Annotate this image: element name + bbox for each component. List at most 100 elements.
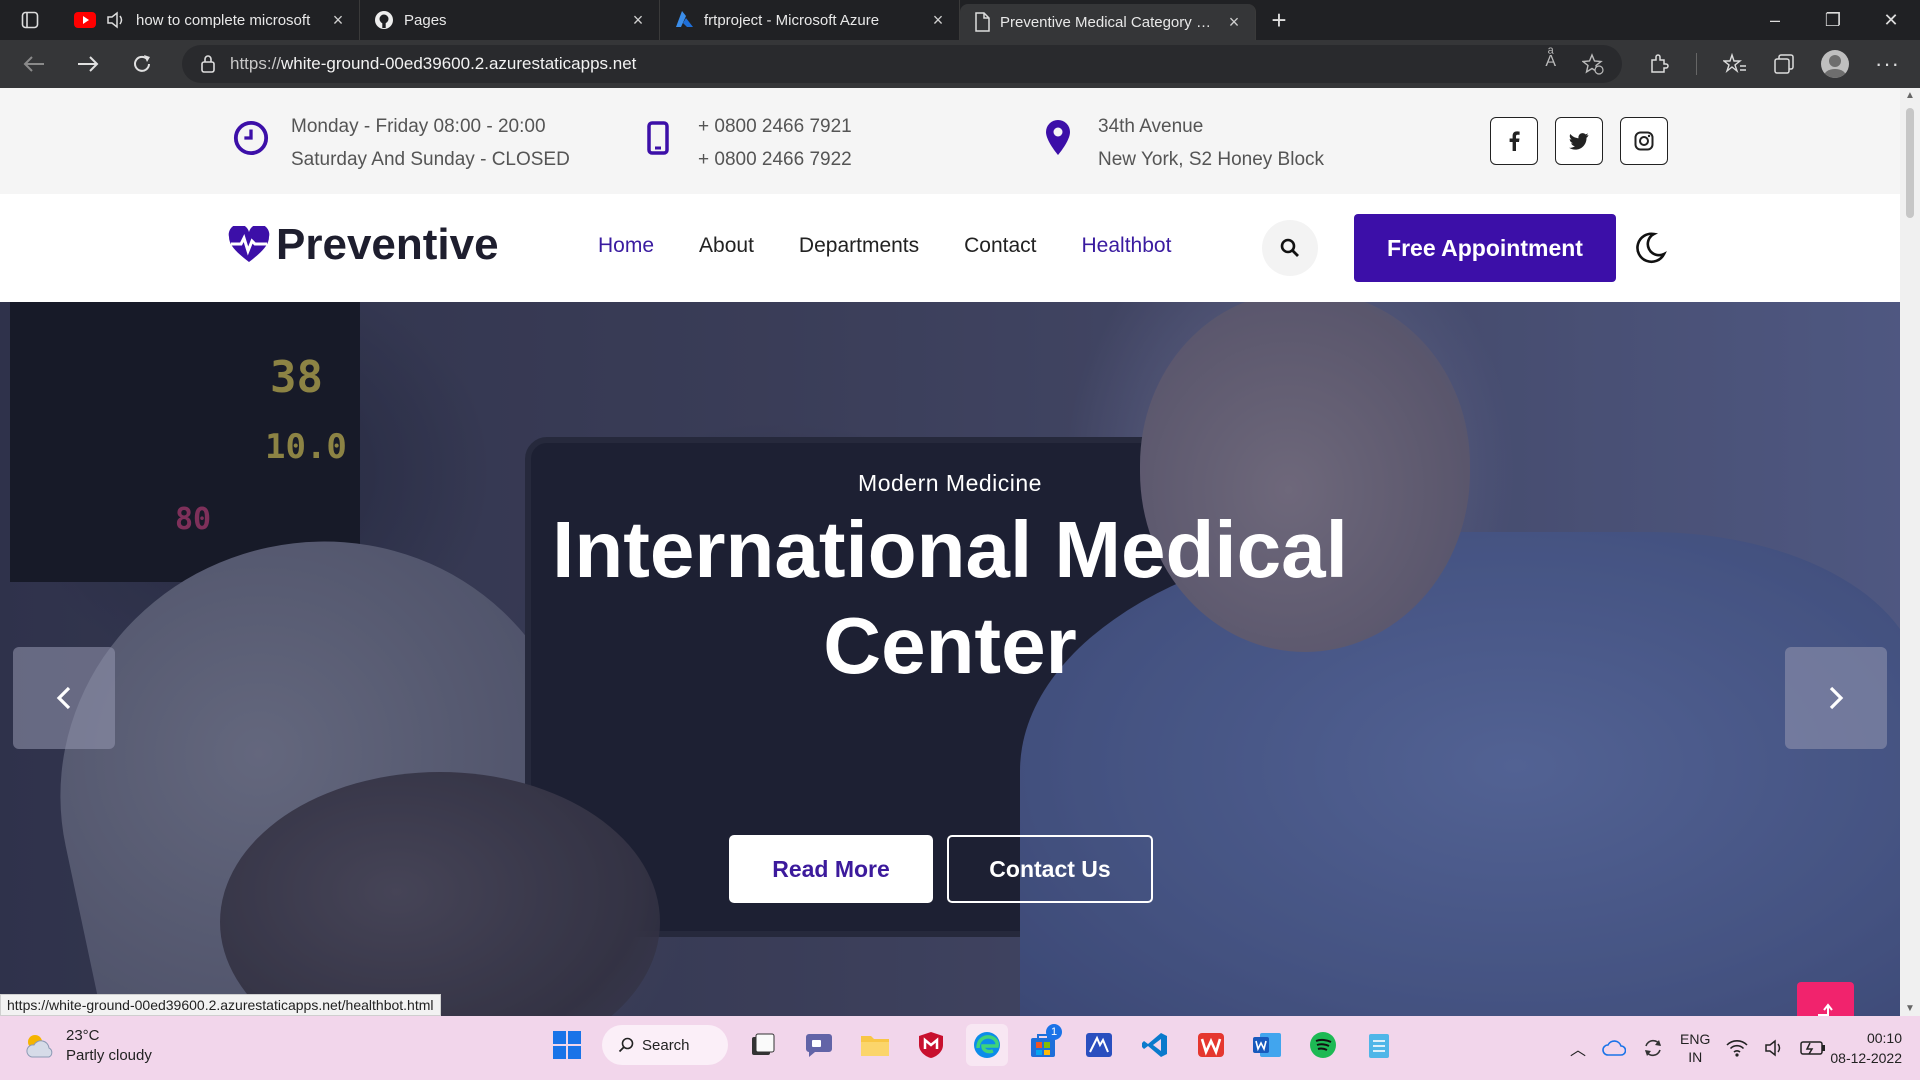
wps-office-button[interactable] [1190, 1024, 1232, 1066]
mcafee-button[interactable] [910, 1024, 952, 1066]
show-hidden-icons[interactable]: ︿ [1570, 1036, 1586, 1060]
scroll-down-icon[interactable]: ▼ [1900, 1003, 1920, 1014]
page-scrollbar[interactable]: ▲ ▼ [1900, 88, 1920, 1016]
windows-logo-icon [553, 1031, 581, 1059]
profile-avatar[interactable] [1821, 50, 1849, 78]
tab-preventive[interactable]: Preventive Medical Category Boo × [960, 4, 1256, 40]
close-window-icon[interactable]: ✕ [1862, 0, 1920, 40]
extensions-icon[interactable] [1648, 53, 1670, 75]
restore-icon[interactable]: ❐ [1804, 0, 1862, 40]
azure-icon [676, 11, 693, 27]
ms-store-button[interactable]: 1 [1022, 1024, 1064, 1066]
twitter-button[interactable] [1555, 117, 1603, 165]
notepad-button[interactable] [1358, 1024, 1400, 1066]
windows-taskbar: 23°C Partly cloudy Search 1 ︿ ENG IN 00:… [0, 1016, 1920, 1080]
weather-widget[interactable]: 23°C Partly cloudy [22, 1026, 152, 1066]
page-icon [975, 12, 990, 32]
close-tab-icon[interactable]: × [1225, 12, 1243, 33]
notification-badge: 1 [1046, 1024, 1062, 1040]
azure-data-studio-button[interactable] [1078, 1024, 1120, 1066]
language-code: ENG [1680, 1031, 1711, 1047]
free-appointment-button[interactable]: Free Appointment [1354, 214, 1616, 282]
site-logo[interactable]: Preventive [228, 220, 499, 270]
refresh-button[interactable] [122, 44, 162, 84]
search-button[interactable] [1262, 220, 1318, 276]
slider-next-button[interactable] [1785, 647, 1887, 749]
sync-icon[interactable] [1642, 1037, 1664, 1059]
word-icon [1253, 1033, 1281, 1057]
hero-title: International Medical Center [0, 502, 1900, 694]
speaker-icon[interactable] [106, 11, 126, 29]
nav-home[interactable]: Home [598, 234, 654, 258]
taskbar-apps: Search 1 [546, 1024, 1400, 1066]
phone-icon [647, 121, 669, 155]
nav-departments[interactable]: Departments [799, 234, 919, 258]
teams-chat-button[interactable] [798, 1024, 840, 1066]
nav-healthbot[interactable]: Healthbot [1082, 234, 1172, 258]
temperature: 23°C [66, 1027, 100, 1044]
onedrive-icon[interactable] [1602, 1040, 1627, 1056]
web-page: Monday - Friday 08:00 - 20:00 Saturday A… [0, 88, 1900, 1016]
tab-actions-button[interactable] [0, 0, 60, 40]
volume-icon[interactable] [1764, 1039, 1784, 1057]
more-menu-icon[interactable]: ··· [1875, 51, 1900, 77]
collections-icon[interactable] [1773, 53, 1795, 75]
hours-weekdays: Monday - Friday 08:00 - 20:00 [291, 116, 546, 137]
contact-us-button[interactable]: Contact Us [947, 835, 1153, 903]
facebook-button[interactable] [1490, 117, 1538, 165]
task-view-icon [752, 1033, 775, 1055]
tab-azure[interactable]: frtproject - Microsoft Azure × [660, 0, 960, 40]
read-aloud-icon[interactable]: Aͣ [1545, 53, 1556, 75]
close-tab-icon[interactable]: × [329, 10, 347, 31]
word-button[interactable] [1246, 1024, 1288, 1066]
favorites-icon[interactable] [1723, 53, 1747, 75]
url-scheme: https:// [230, 54, 282, 73]
close-tab-icon[interactable]: × [629, 10, 647, 31]
browser-toolbar: https://white-ground-00ed39600.2.azurest… [0, 40, 1920, 88]
add-favorite-icon[interactable] [1582, 53, 1604, 75]
tab-title: Pages [404, 11, 447, 29]
scrollbar-thumb[interactable] [1906, 108, 1914, 218]
wifi-icon[interactable] [1726, 1039, 1748, 1057]
tab-youtube[interactable]: how to complete microsoft × [60, 0, 360, 40]
file-explorer-button[interactable] [854, 1024, 896, 1066]
back-to-top-button[interactable] [1797, 982, 1854, 1016]
nav-about[interactable]: About [699, 234, 754, 258]
refresh-icon [134, 55, 150, 72]
dark-mode-toggle-icon[interactable] [1632, 230, 1668, 266]
back-button[interactable] [14, 44, 54, 84]
url-text: https://white-ground-00ed39600.2.azurest… [230, 54, 636, 74]
minimize-icon[interactable]: – [1746, 0, 1804, 40]
edge-browser-button[interactable] [966, 1024, 1008, 1066]
hours-weekend: Saturday And Sunday - CLOSED [291, 149, 570, 170]
lock-icon[interactable] [200, 54, 216, 74]
taskbar-clock[interactable]: 00:10 08-12-2022 [1810, 1028, 1902, 1068]
vscode-button[interactable] [1134, 1024, 1176, 1066]
slider-prev-button[interactable] [13, 647, 115, 749]
close-tab-icon[interactable]: × [929, 10, 947, 31]
read-more-button[interactable]: Read More [729, 835, 933, 903]
start-button[interactable] [546, 1024, 588, 1066]
instagram-button[interactable] [1620, 117, 1668, 165]
notepad-icon [1369, 1034, 1389, 1058]
new-tab-button[interactable]: + [1256, 0, 1302, 40]
tab-github-pages[interactable]: Pages × [360, 0, 660, 40]
scroll-up-icon[interactable]: ▲ [1900, 90, 1920, 101]
address-bar[interactable]: https://white-ground-00ed39600.2.azurest… [182, 45, 1622, 83]
region-code: IN [1688, 1049, 1703, 1065]
task-view-button[interactable] [742, 1024, 784, 1066]
language-indicator[interactable]: ENG IN [1680, 1030, 1710, 1066]
tab-title: how to complete microsoft [136, 11, 311, 29]
phone-2[interactable]: + 0800 2466 7922 [698, 143, 852, 176]
toolbar-divider [1696, 53, 1697, 75]
spotify-button[interactable] [1302, 1024, 1344, 1066]
window-controls: – ❐ ✕ [1746, 0, 1920, 40]
plus-icon: + [1271, 4, 1287, 35]
opening-hours: Monday - Friday 08:00 - 20:00 Saturday A… [233, 110, 570, 176]
search-icon [1280, 238, 1299, 257]
taskbar-search[interactable]: Search [602, 1025, 728, 1065]
phone-1[interactable]: + 0800 2466 7921 [698, 110, 852, 143]
nav-contact[interactable]: Contact [964, 234, 1036, 258]
browser-tab-strip: how to complete microsoft × Pages × frtp… [0, 0, 1920, 40]
forward-button[interactable] [68, 44, 108, 84]
